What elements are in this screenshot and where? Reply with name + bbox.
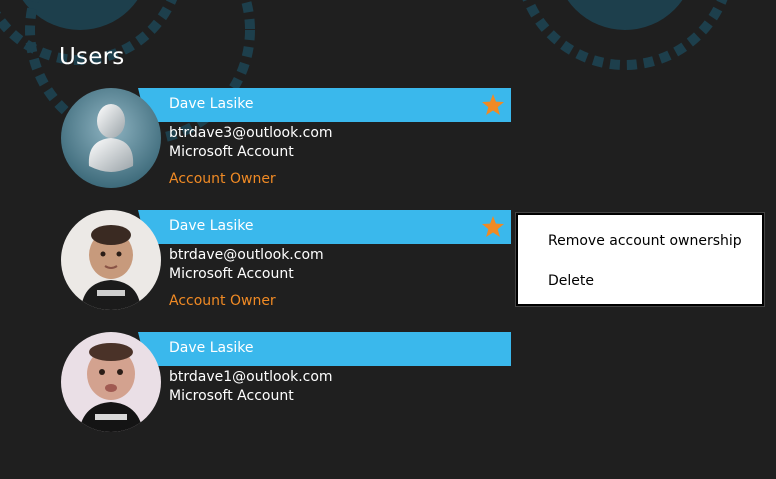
user-email: btrdave@outlook.com	[169, 247, 324, 263]
remove-account-ownership-menu-item[interactable]: Remove account ownership	[548, 233, 742, 249]
account-role: Account Owner	[169, 171, 276, 187]
account-type: Microsoft Account	[169, 388, 294, 404]
account-type: Microsoft Account	[169, 144, 294, 160]
user-name: Dave Lasike	[169, 340, 254, 356]
account-type: Microsoft Account	[169, 266, 294, 282]
user-card[interactable]: Dave Lasike btrdave3@outlook.com Microso…	[60, 88, 512, 190]
user-email: btrdave3@outlook.com	[169, 125, 333, 141]
star-icon	[482, 94, 504, 115]
user-card[interactable]: Dave Lasike btrdave@outlook.com Microsof…	[60, 210, 512, 312]
default-user-avatar-icon	[61, 88, 161, 188]
baby-photo-avatar	[61, 332, 161, 432]
baby-photo-avatar	[61, 210, 161, 310]
star-icon	[482, 216, 504, 237]
context-menu: Remove account ownership Delete	[515, 212, 765, 307]
user-name: Dave Lasike	[169, 96, 254, 112]
user-card[interactable]: Dave Lasike btrdave1@outlook.com Microso…	[60, 332, 512, 434]
user-name: Dave Lasike	[169, 218, 254, 234]
delete-menu-item[interactable]: Delete	[548, 273, 594, 289]
user-email: btrdave1@outlook.com	[169, 369, 333, 385]
page-title: Users	[59, 44, 125, 70]
account-role: Account Owner	[169, 293, 276, 309]
